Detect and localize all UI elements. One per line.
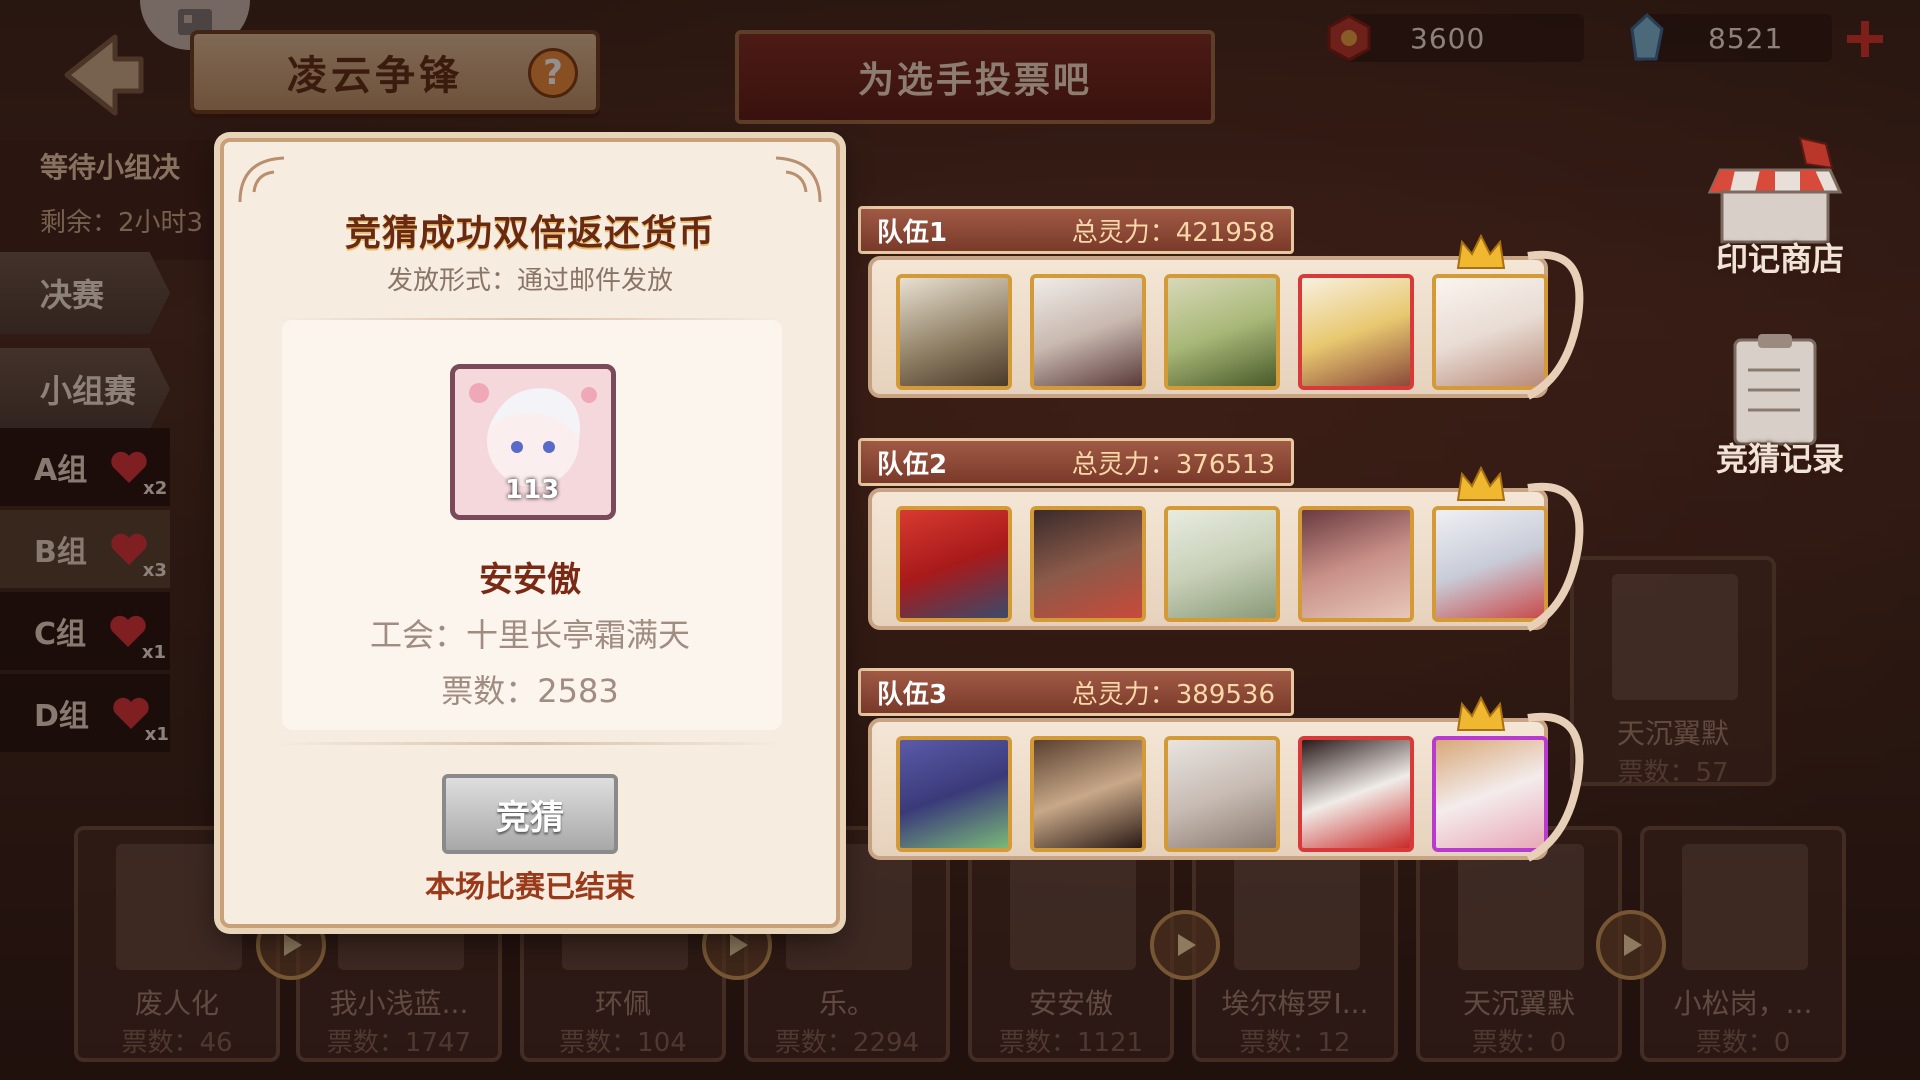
hero-portrait <box>1298 506 1414 622</box>
hero-portrait <box>1298 274 1414 390</box>
player-guild: 工会：十里长亭霜满天 <box>369 616 690 654</box>
team-panel-1[interactable]: 队伍1 总灵力：421958 <box>858 206 1598 404</box>
modal-title: 竞猜成功双倍返还货币 <box>344 213 715 254</box>
ornament-icon <box>1526 482 1584 632</box>
team-panel-2[interactable]: 队伍2 总灵力：376513 <box>858 438 1598 636</box>
hero-portrait <box>1164 274 1280 390</box>
corner-ornament-icon <box>775 156 822 203</box>
corner-ornament-icon <box>238 156 285 203</box>
team-power: 总灵力：421958 <box>1071 217 1275 248</box>
team-panel-3[interactable]: 队伍3 总灵力：389536 <box>858 668 1598 866</box>
ornament-icon <box>1526 712 1584 862</box>
team-name: 队伍1 <box>877 217 948 248</box>
bet-history-label: 竞猜记录 <box>1715 440 1844 478</box>
crown-icon <box>1456 233 1506 269</box>
player-avatar: 113 <box>450 364 616 520</box>
team-power: 总灵力：376513 <box>1071 449 1275 480</box>
player-name: 安安傲 <box>479 560 581 600</box>
crown-icon <box>1456 695 1506 731</box>
bet-history-button[interactable]: 竞猜记录 <box>1700 330 1860 480</box>
hero-portrait <box>1030 274 1146 390</box>
guess-button[interactable]: 竞猜 <box>442 774 618 854</box>
hero-portrait <box>896 506 1012 622</box>
ornament-icon <box>1526 250 1584 400</box>
hero-portrait <box>1030 506 1146 622</box>
crown-icon <box>1456 465 1506 501</box>
hero-portrait <box>896 274 1012 390</box>
hero-portrait <box>1030 736 1146 852</box>
hero-portrait <box>896 736 1012 852</box>
player-level: 113 <box>505 475 560 505</box>
team-name: 队伍3 <box>877 679 948 710</box>
shop-icon <box>1707 136 1843 244</box>
match-ended-text: 本场比赛已结束 <box>425 870 635 905</box>
team-header: 队伍1 总灵力：421958 <box>858 206 1294 254</box>
team-roster <box>868 488 1548 630</box>
mark-shop-button[interactable]: 印记商店 <box>1700 130 1860 280</box>
team-name: 队伍2 <box>877 449 948 480</box>
hero-portrait <box>1298 736 1414 852</box>
modal-subtitle: 发放形式：通过邮件发放 <box>386 266 673 296</box>
divider <box>276 742 784 745</box>
bet-detail-modal: 竞猜成功双倍返还货币 发放形式：通过邮件发放 113 安安傲 工会：十里长亭霜满… <box>220 138 840 928</box>
team-roster <box>868 256 1548 398</box>
mark-shop-label: 印记商店 <box>1715 240 1844 278</box>
player-votes: 票数：2583 <box>441 672 619 710</box>
clipboard-icon <box>1733 334 1817 446</box>
hero-portrait <box>1164 736 1280 852</box>
team-roster <box>868 718 1548 860</box>
team-header: 队伍2 总灵力：376513 <box>858 438 1294 486</box>
team-power: 总灵力：389536 <box>1071 679 1275 710</box>
hero-portrait <box>1164 506 1280 622</box>
team-header: 队伍3 总灵力：389536 <box>858 668 1294 716</box>
